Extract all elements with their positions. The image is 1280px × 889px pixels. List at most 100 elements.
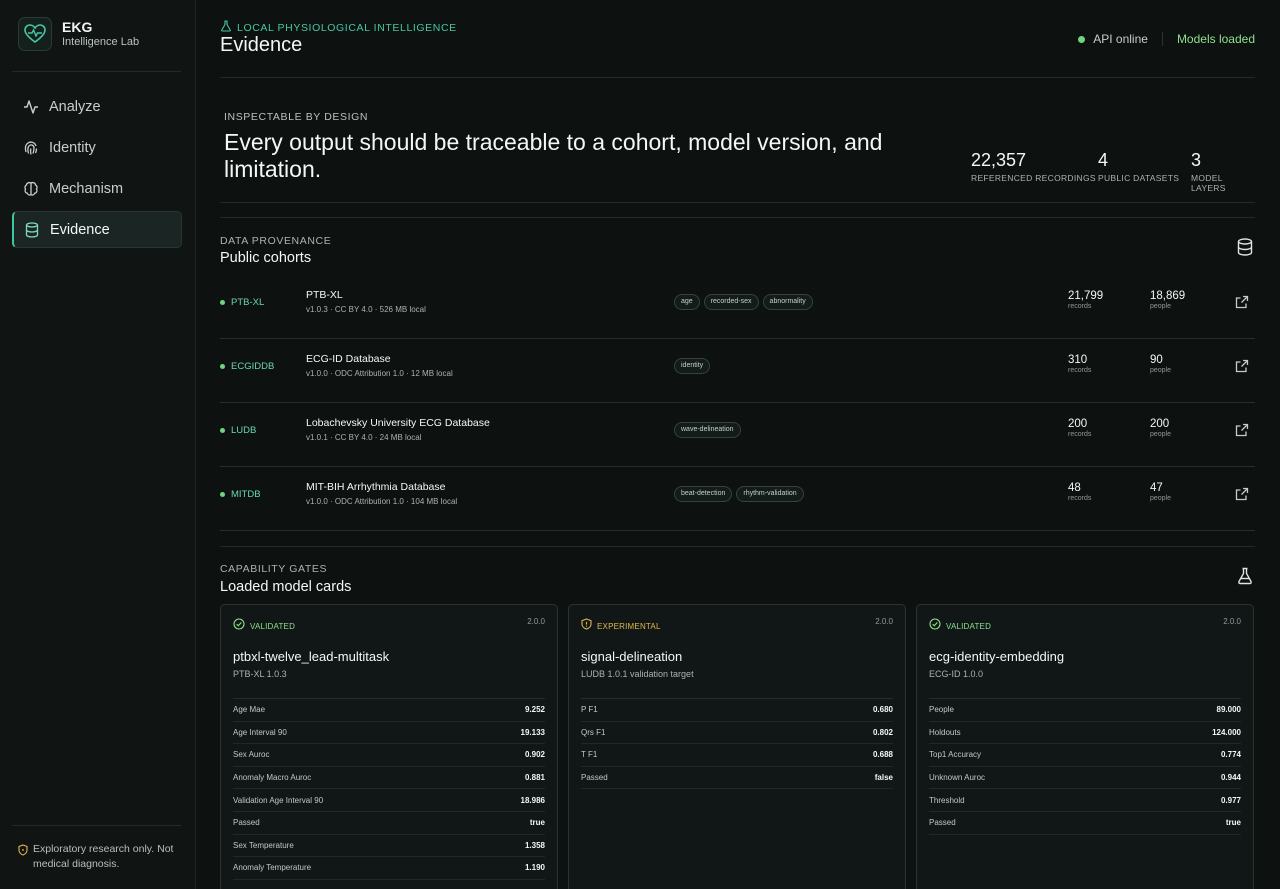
metric-value: 0.881 (524, 773, 545, 783)
cohort-records: 310 records (1068, 354, 1091, 374)
cohort-records: 200 records (1068, 418, 1091, 438)
brand[interactable]: EKG Intelligence Lab (18, 17, 139, 51)
metric-row: Passed false (581, 767, 893, 790)
metric-key: Threshold (929, 795, 965, 805)
metric-row: Qrs F1 0.802 (581, 722, 893, 745)
metric-row: Top1 Accuracy 0.774 (929, 744, 1241, 767)
metric-value: 0.774 (1220, 750, 1241, 760)
stat-value: 3 (1191, 150, 1202, 170)
stat-model-layers: 3 MODEL LAYERS (1191, 150, 1255, 193)
cohort-code-text: LUDB (231, 425, 257, 436)
metric-key: Age Interval 90 (233, 727, 287, 737)
pulse-icon (22, 98, 40, 116)
cohort-code: ECGIDDB (220, 361, 274, 372)
status-dot (1078, 35, 1086, 43)
card-subtitle: ECG-ID 1.0.0 (929, 669, 984, 679)
metric-row: Unknown Auroc 0.944 (929, 767, 1241, 790)
records-value: 200 (1068, 418, 1088, 430)
gates-eyebrow: CAPABILITY GATES (220, 563, 328, 575)
gates-top-divider (220, 546, 1255, 547)
cohort-records: 21,799 records (1068, 290, 1103, 310)
sidebar-item-evidence[interactable]: Evidence (12, 211, 182, 248)
brain-icon (22, 180, 40, 198)
cohort-meta: v1.0.0 · ODC Attribution 1.0 · 12 MB loc… (306, 369, 453, 378)
metric-value: 1.190 (524, 863, 545, 873)
metric-value: 0.802 (872, 727, 893, 737)
metric-row: Age Mae 9.252 (233, 699, 545, 722)
stat-datasets: 4 PUBLIC DATASETS (1098, 150, 1179, 183)
metric-row: Passed true (233, 812, 545, 835)
metric-key: Sex Auroc (233, 750, 270, 760)
sidebar-item-label: Analyze (49, 98, 101, 115)
metric-list: Age Mae 9.252 Age Interval 90 19.133 Sex A… (233, 698, 545, 880)
stat-value: 4 (1098, 150, 1109, 170)
external-link-icon[interactable] (1235, 295, 1249, 314)
check-circle-icon (929, 617, 941, 635)
metric-key: Top1 Accuracy (929, 750, 982, 760)
model-card-signal-delineation[interactable]: EXPERIMENTAL 2.0.0 signal-delineation LU… (568, 604, 906, 889)
status-bar: API online Models loaded (1078, 32, 1255, 46)
metric-row: Passed true (929, 812, 1241, 835)
stat-value: 22,357 (971, 150, 1027, 170)
gates-title: Loaded model cards (220, 579, 352, 595)
sidebar-item-identity[interactable]: Identity (12, 129, 182, 166)
metric-value: 0.680 (872, 705, 893, 715)
model-card-identity-embedding[interactable]: VALIDATED 2.0.0 ecg-identity-embedding E… (916, 604, 1254, 889)
card-version: 2.0.0 (875, 617, 893, 626)
metric-row: P F1 0.680 (581, 699, 893, 722)
metric-row: Anomaly Macro Auroc 0.881 (233, 767, 545, 790)
provenance-title: Public cohorts (220, 250, 312, 266)
cohort-row-ludb[interactable]: LUDB Lobachevsky University ECG Database… (220, 403, 1255, 467)
cohort-people: 200 people (1150, 418, 1171, 438)
cohort-people: 90 people (1150, 354, 1171, 374)
sidebar-item-label: Evidence (50, 221, 110, 238)
model-card-ptbxl[interactable]: VALIDATED 2.0.0 ptbxl-twelve_lead-multit… (220, 604, 558, 889)
database-icon (23, 221, 41, 239)
sidebar-item-label: Identity (49, 139, 96, 156)
card-version: 2.0.0 (1223, 617, 1241, 626)
hero-title: Every output should be traceable to a co… (224, 129, 883, 182)
models-status: Models loaded (1176, 32, 1255, 46)
cohort-row-ecgiddb[interactable]: ECGIDDB ECG-ID Database v1.0.0 · ODC Att… (220, 339, 1255, 403)
cohort-name: Lobachevsky University ECG Database (306, 417, 490, 429)
metric-row: Sex Auroc 0.902 (233, 744, 545, 767)
metric-value: 1.358 (524, 840, 545, 850)
metric-key: People (929, 705, 954, 715)
tag: beat-detection (674, 486, 733, 502)
sidebar-item-label: Mechanism (49, 180, 124, 197)
metric-row: Threshold 0.977 (929, 789, 1241, 812)
metric-value: 0.902 (524, 750, 545, 760)
metric-value: 124.000 (1212, 727, 1241, 737)
people-label: people (1150, 495, 1172, 502)
metric-key: Sex Temperature (233, 840, 294, 850)
stat-label: MODEL LAYERS (1191, 173, 1226, 193)
sidebar-item-mechanism[interactable]: Mechanism (12, 170, 182, 207)
card-subtitle: LUDB 1.0.1 validation target (581, 669, 694, 679)
cohort-meta: v1.0.1 · CC BY 4.0 · 24 MB local (306, 433, 422, 442)
cohort-row-mitdb[interactable]: MITDB MIT-BIH Arrhythmia Database v1.0.0… (220, 467, 1255, 531)
check-circle-icon (233, 617, 245, 635)
external-link-icon[interactable] (1235, 423, 1249, 442)
sidebar-item-analyze[interactable]: Analyze (12, 88, 182, 125)
cohort-code-text: PTB-XL (231, 297, 265, 308)
external-link-icon[interactable] (1235, 487, 1249, 506)
external-link-icon[interactable] (1235, 359, 1249, 378)
metric-list: People 89.000 Holdouts 124.000 Top1 Accura… (929, 698, 1241, 835)
metric-key: Passed (233, 818, 260, 828)
cohort-code: LUDB (220, 425, 256, 436)
sidebar: EKG Intelligence Lab Analyze Identity Me… (0, 0, 196, 889)
tag: identity (674, 358, 711, 374)
metric-row: T F1 0.688 (581, 744, 893, 767)
cohort-row-ptbxl[interactable]: PTB-XL PTB-XL v1.0.3 · CC BY 4.0 · 526 M… (220, 275, 1255, 339)
status-dot (220, 428, 225, 433)
cohort-name: MIT-BIH Arrhythmia Database (306, 481, 446, 493)
disclaimer-text: Exploratory research only. Not medical d… (33, 843, 174, 870)
card-version: 2.0.0 (527, 617, 545, 626)
cohort-name: PTB-XL (306, 289, 343, 301)
metric-key: Holdouts (929, 727, 961, 737)
metric-key: Unknown Auroc (929, 773, 986, 783)
metric-key: Anomaly Temperature (233, 863, 312, 873)
cohort-meta: v1.0.3 · CC BY 4.0 · 526 MB local (306, 305, 426, 314)
metric-value: 0.977 (1220, 795, 1241, 805)
warning-shield-icon (18, 843, 28, 856)
